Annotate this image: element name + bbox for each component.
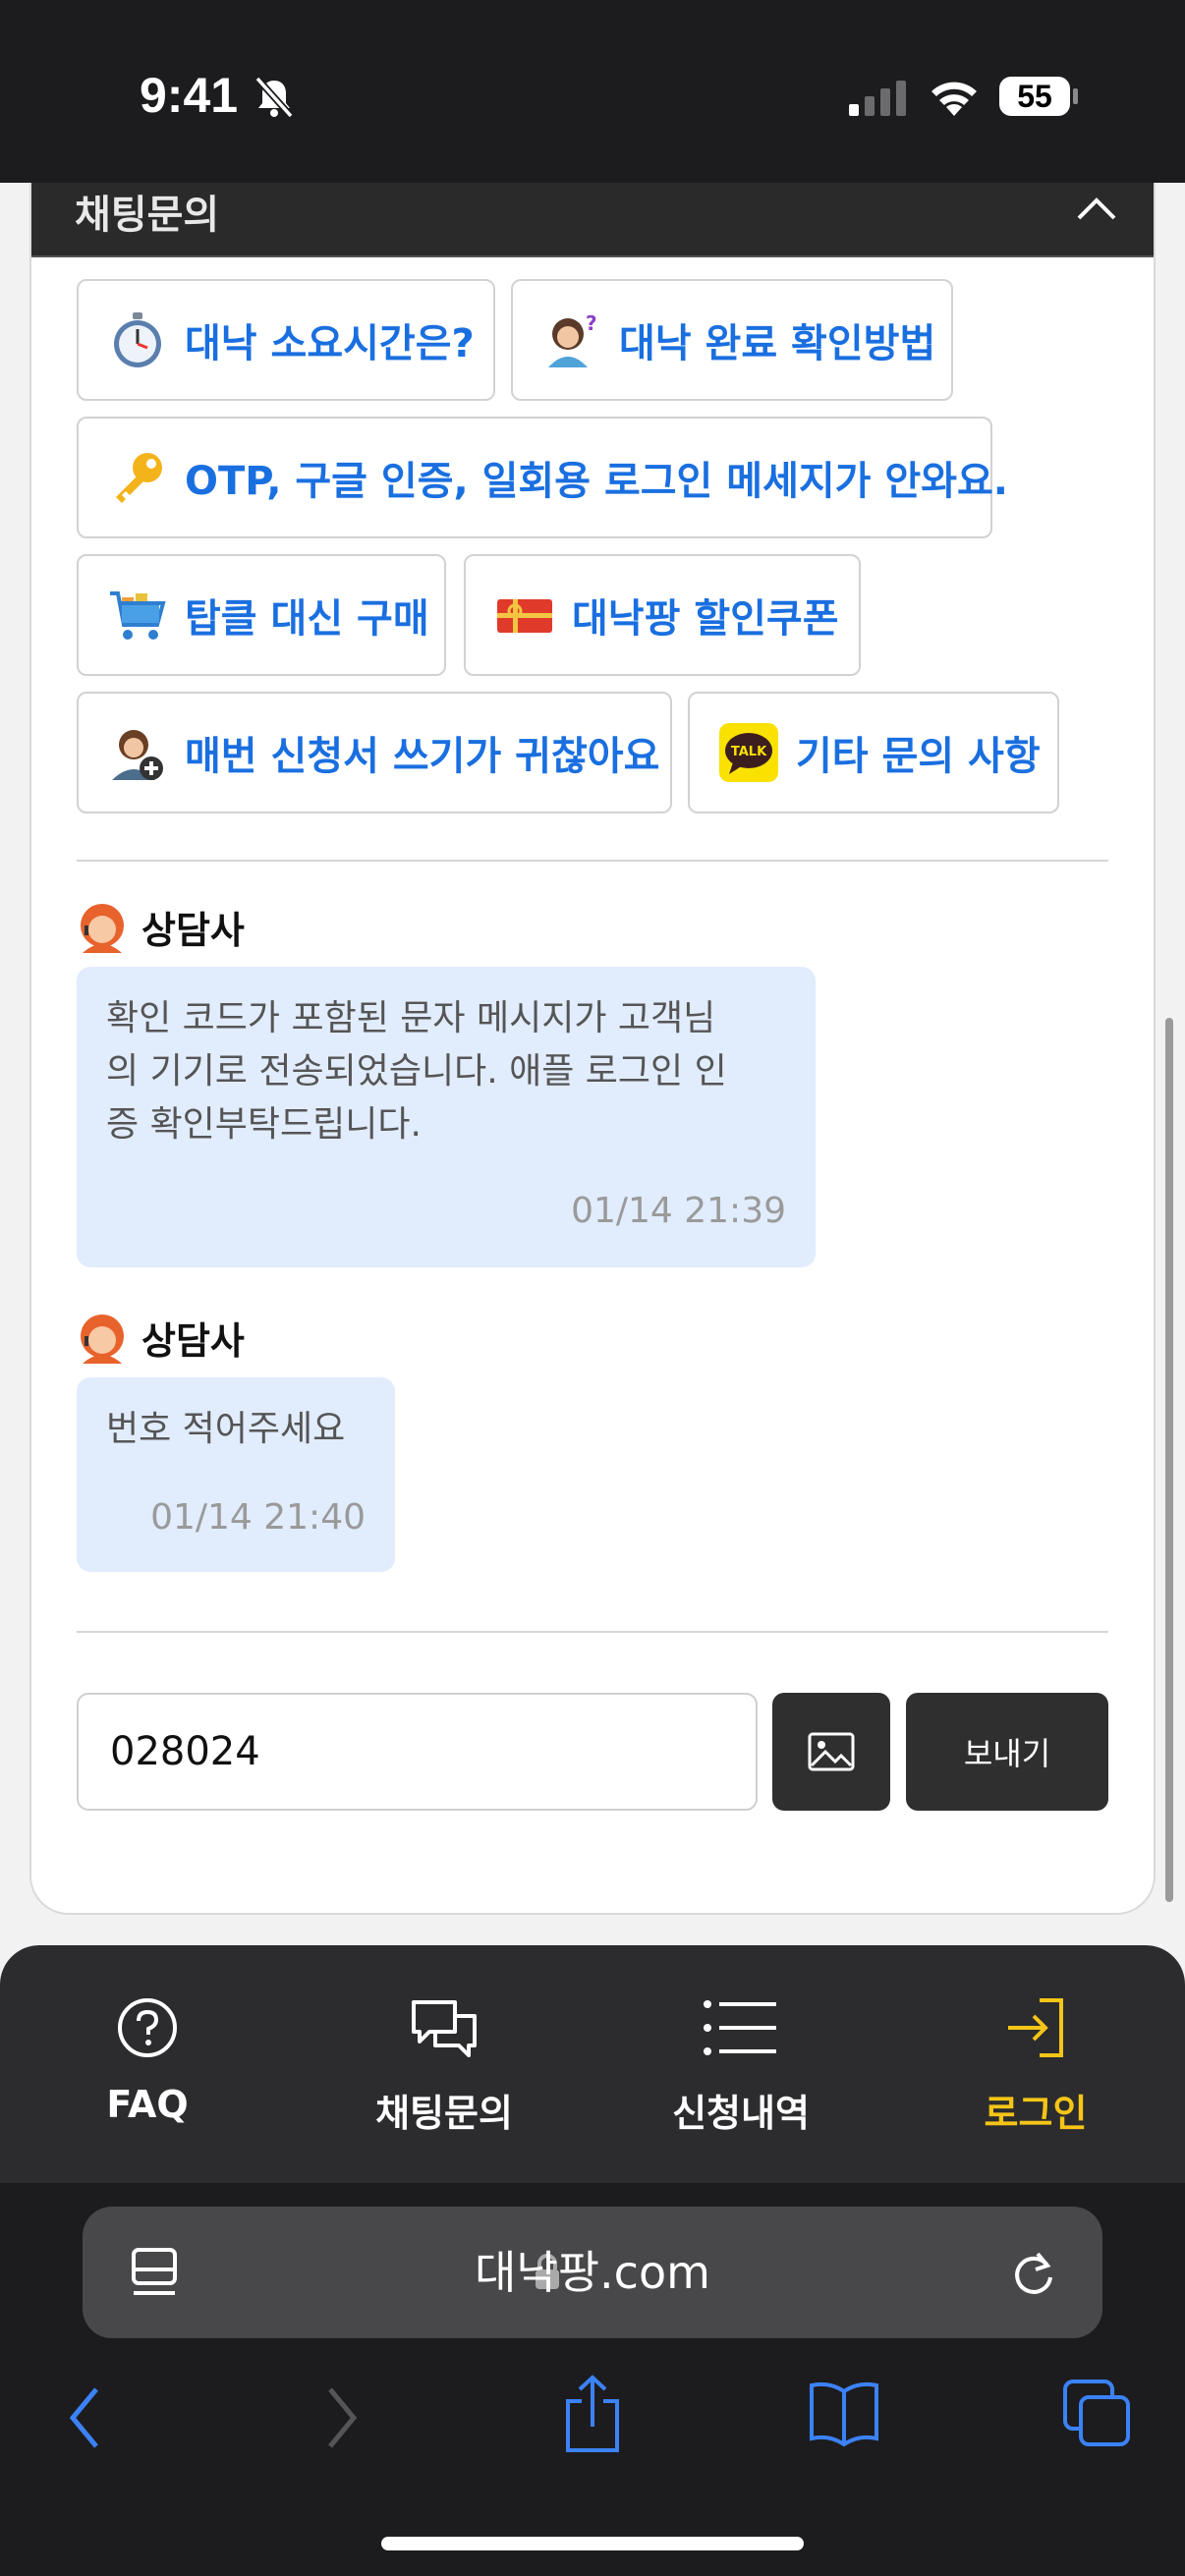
quick-button-label: 대낙팡 할인쿠폰 [572, 596, 839, 642]
key-icon [116, 453, 162, 503]
agent-name: 상담사 [141, 909, 245, 952]
quick-button-wait-time[interactable]: 대낙 소요시간은? [77, 279, 495, 401]
quick-button-otp[interactable]: OTP, 구글 인증, 일회용 로그인 메세지가 안와요. [77, 417, 1008, 538]
quick-button-label: 대낙 소요시간은? [185, 321, 475, 366]
nav-label: 신청내역 [672, 2092, 810, 2135]
bell-off-icon [254, 76, 294, 119]
url-text: 대낙팡.com [475, 2246, 710, 2299]
chat-header: 채팅문의 [31, 183, 1154, 257]
nav-login[interactable]: 로그인 [888, 1945, 1183, 2183]
person-question-icon: ? [548, 311, 597, 367]
quick-button-label: 탑클 대신 구매 [185, 596, 429, 642]
chat-header-title: 채팅문의 [75, 193, 220, 238]
stopwatch-icon [114, 312, 161, 367]
forward-icon[interactable] [322, 2383, 362, 2452]
shopping-cart-icon [110, 591, 166, 640]
gift-card-icon [497, 599, 552, 633]
status-time: 9:41 [140, 68, 239, 123]
divider [77, 1631, 1108, 1633]
question-circle-icon [118, 1998, 177, 2057]
status-bar: 9:41 55 [0, 0, 1185, 183]
quick-button-form[interactable]: 매번 신청서 쓰기가 귀찮아요 [77, 692, 672, 813]
image-attach-button[interactable] [772, 1693, 890, 1811]
nav-faq[interactable]: FAQ [0, 1945, 295, 2183]
collapse-icon[interactable] [1075, 193, 1118, 222]
kakaotalk-icon: TALK [719, 723, 778, 782]
quick-button-label: 매번 신청서 쓰기가 귀찮아요 [185, 734, 660, 779]
reload-icon[interactable] [1008, 2246, 1059, 2299]
home-indicator [381, 2537, 804, 2550]
quick-button-other[interactable]: TALK 기타 문의 사항 [688, 692, 1059, 813]
nav-requests[interactable]: 신청내역 [593, 1945, 888, 2183]
wifi-icon [931, 82, 977, 116]
scrollbar[interactable] [1165, 1018, 1173, 1902]
message-text: 번호 적어주세요 [106, 1409, 346, 1449]
message-time: 01/14 21:40 [150, 1497, 366, 1538]
address-bar[interactable]: 대낙팡.com [83, 2207, 1102, 2338]
agent-name: 상담사 [141, 1319, 245, 1363]
quick-button-label: OTP, 구글 인증, 일회용 로그인 메세지가 안와요. [185, 459, 1009, 504]
agent-label: 상담사 [77, 1311, 245, 1365]
login-icon [1008, 1998, 1063, 2057]
image-icon [808, 1732, 855, 1771]
message-input[interactable] [79, 1695, 756, 1809]
cellular-signal-icon [849, 81, 906, 116]
web-page: 채팅문의 대낙 소요시간은? ? 대낙 완료 확인방법 OTP, 구글 인증, … [0, 183, 1185, 2183]
agent-label: 상담사 [77, 900, 245, 954]
message-time: 01/14 21:39 [571, 1191, 786, 1231]
back-icon[interactable] [65, 2383, 104, 2452]
share-icon[interactable] [560, 2374, 625, 2454]
quick-button-label: 대낙 완료 확인방법 [619, 321, 936, 366]
divider [77, 860, 1108, 862]
tabs-icon[interactable] [1061, 2378, 1132, 2448]
nav-label: 채팅문의 [375, 2092, 513, 2135]
nav-label: FAQ [106, 2083, 189, 2126]
message-bubble: 확인 코드가 포함된 문자 메시지가 고객님 의 기기로 전송되었습니다. 애플… [77, 967, 816, 1267]
quick-button-topclass[interactable]: 탑클 대신 구매 [77, 554, 446, 676]
nav-chat[interactable]: 채팅문의 [297, 1945, 592, 2183]
message-bubble: 번호 적어주세요 01/14 21:40 [77, 1377, 395, 1572]
list-icon [704, 2000, 776, 2055]
bookmarks-icon[interactable] [808, 2380, 880, 2448]
quick-button-completion-check[interactable]: ? 대낙 완료 확인방법 [511, 279, 953, 401]
site-bottom-nav: FAQ 채팅문의 신청내역 로그인 [0, 1945, 1185, 2183]
agent-avatar-icon [81, 903, 124, 953]
battery-level: 55 [1017, 79, 1052, 114]
nav-label: 로그인 [984, 2092, 1088, 2135]
chat-bubbles-icon [412, 2000, 477, 2057]
quick-button-coupon[interactable]: 대낙팡 할인쿠폰 [464, 554, 861, 676]
svg-text:?: ? [586, 311, 597, 335]
svg-text:TALK: TALK [731, 745, 767, 759]
person-add-icon [112, 730, 163, 780]
message-input-box[interactable] [77, 1693, 758, 1811]
send-button[interactable]: 보내기 [906, 1693, 1108, 1811]
quick-button-label: 기타 문의 사항 [796, 734, 1041, 779]
agent-avatar-icon [81, 1314, 124, 1364]
message-text: 확인 코드가 포함된 문자 메시지가 고객님 의 기기로 전송되었습니다. 애플… [106, 998, 727, 1145]
